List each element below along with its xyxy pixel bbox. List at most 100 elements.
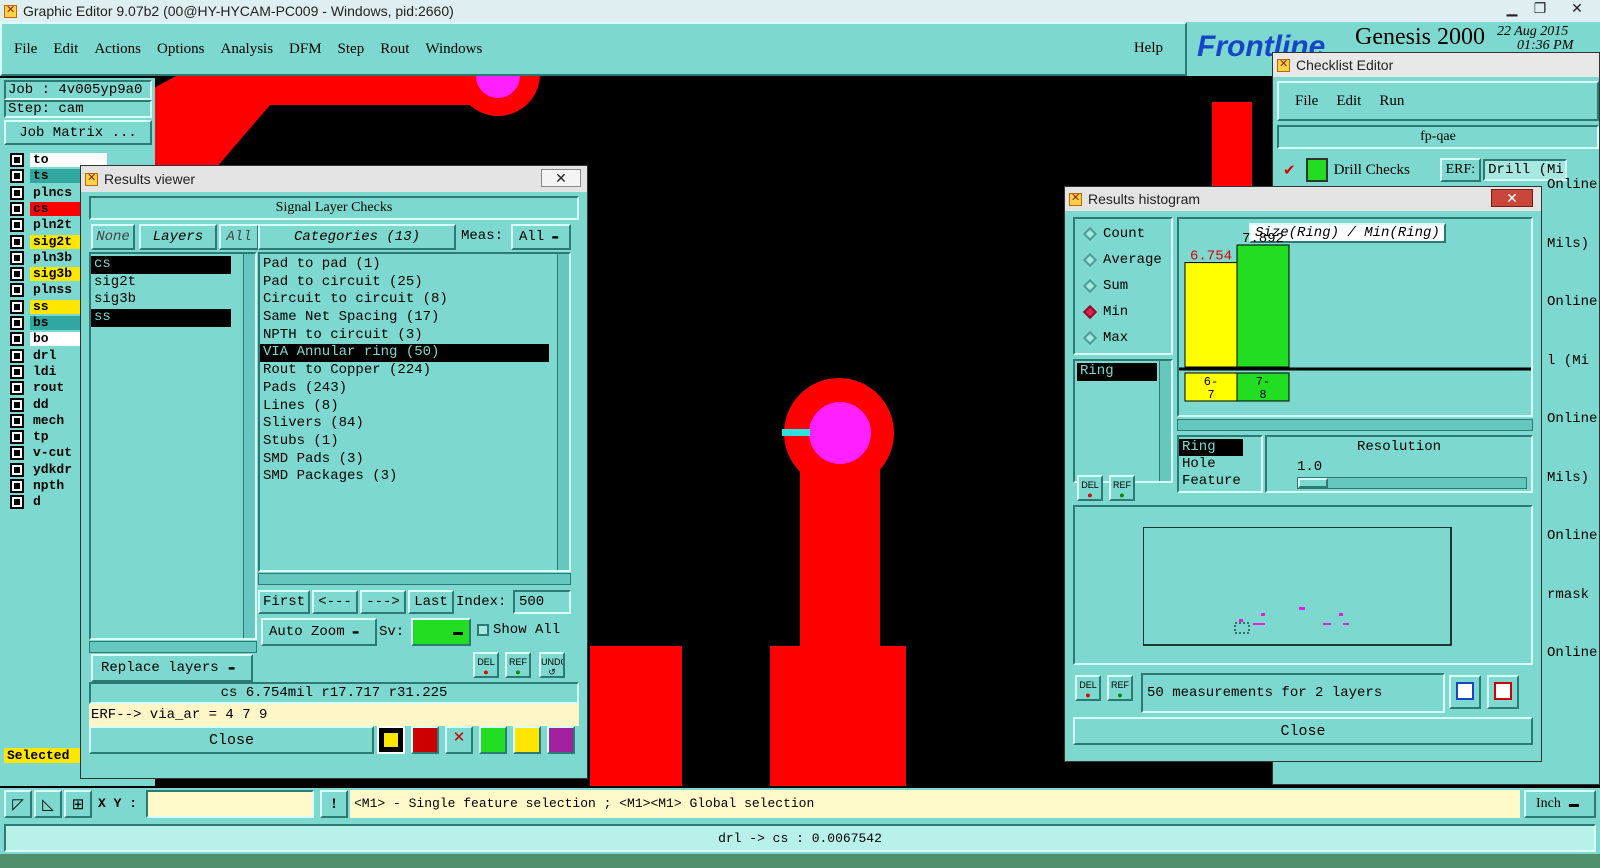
- check-name[interactable]: Drill Checks: [1334, 162, 1440, 179]
- histogram-chart[interactable]: 6.7546-77.8927-8: [1179, 219, 1531, 415]
- layer-checkbox[interactable]: [10, 234, 24, 249]
- all-layers-button[interactable]: All: [219, 224, 259, 250]
- mode-max[interactable]: Max: [1075, 325, 1171, 351]
- menu-step[interactable]: Step: [338, 41, 365, 58]
- category-item[interactable]: VIA Annular ring (50): [260, 344, 549, 363]
- layer-checkbox[interactable]: [10, 413, 24, 428]
- category-item[interactable]: Pads (243): [260, 380, 549, 398]
- layer-checkbox[interactable]: [10, 169, 24, 184]
- attr-item[interactable]: Feature: [1179, 473, 1261, 490]
- replace-layers-dropdown[interactable]: Replace layers ▬: [91, 654, 253, 682]
- tool-icon-2[interactable]: [411, 726, 439, 754]
- histogram-bar[interactable]: [1236, 244, 1290, 368]
- categories-listbox[interactable]: Pad to pad (1) Pad to circuit (25) Circuit…: [258, 252, 571, 572]
- checklist-menu-run[interactable]: Run: [1379, 93, 1404, 110]
- menu-analysis[interactable]: Analysis: [221, 41, 274, 58]
- ring-listbox[interactable]: Ring: [1073, 359, 1173, 483]
- checklist-right-item[interactable]: Online...: [1547, 177, 1600, 193]
- first-button[interactable]: First: [258, 590, 310, 614]
- layer-checkbox[interactable]: [10, 364, 24, 379]
- menu-dfm[interactable]: DFM: [289, 41, 322, 58]
- menu-file[interactable]: File: [14, 41, 37, 58]
- close-icon[interactable]: ✕: [541, 169, 581, 187]
- checklist-right-item[interactable]: rmask: [1547, 587, 1589, 603]
- histogram-close-button[interactable]: Close: [1073, 717, 1533, 745]
- maximize-icon[interactable]: ❐: [1526, 0, 1554, 17]
- layer-checkbox[interactable]: [10, 495, 24, 510]
- ref-button[interactable]: REF ●: [505, 652, 531, 678]
- next-button[interactable]: --->: [360, 590, 406, 614]
- zoom-in-icon[interactable]: ◸: [4, 790, 32, 818]
- checklist-right-item[interactable]: Mils): [1547, 236, 1589, 252]
- categories-button[interactable]: Categories (13): [258, 224, 456, 250]
- check-enabled-icon[interactable]: ✔: [1283, 161, 1296, 180]
- info-icon[interactable]: !: [320, 790, 348, 818]
- layer-listbox[interactable]: cs sig2t sig3b ss: [89, 252, 257, 640]
- menu-edit[interactable]: Edit: [53, 41, 78, 58]
- zoom-fit-icon[interactable]: [1449, 675, 1481, 709]
- category-item[interactable]: NPTH to circuit (3): [260, 327, 549, 345]
- layer-list-item[interactable]: ss: [91, 309, 231, 327]
- checklist-right-item[interactable]: Online...: [1547, 411, 1600, 427]
- layer-checkbox[interactable]: [10, 153, 24, 167]
- category-item[interactable]: Stubs (1): [260, 433, 549, 451]
- sv-color-dropdown[interactable]: ▬: [411, 618, 471, 646]
- zoom-window-icon[interactable]: [1487, 675, 1519, 709]
- layer-checkbox[interactable]: [10, 348, 24, 363]
- mode-sum[interactable]: Sum: [1075, 273, 1171, 299]
- show-all-checkbox[interactable]: [477, 624, 489, 636]
- xy-input[interactable]: [146, 790, 314, 818]
- menu-windows[interactable]: Windows: [425, 41, 482, 58]
- measure-del-button[interactable]: DEL ●: [1075, 675, 1101, 701]
- layer-listbox-hscroll[interactable]: [89, 641, 257, 653]
- mode-count[interactable]: Count: [1075, 221, 1171, 247]
- ring-scrollbar[interactable]: [1159, 361, 1171, 481]
- job-matrix-button[interactable]: Job Matrix ...: [4, 120, 152, 145]
- measure-ref-button[interactable]: REF ●: [1107, 675, 1133, 701]
- layer-checkbox[interactable]: [10, 316, 24, 330]
- show-all-toggle[interactable]: Show All: [477, 622, 560, 638]
- units-dropdown[interactable]: Inch ▬: [1524, 790, 1596, 818]
- category-item[interactable]: Circuit to circuit (8): [260, 291, 549, 309]
- layer-checkbox[interactable]: [10, 430, 24, 445]
- ring-list-item[interactable]: Ring: [1077, 363, 1157, 381]
- checklist-right-item[interactable]: Online...: [1547, 294, 1600, 310]
- grid-icon[interactable]: ⊞: [64, 790, 92, 818]
- layer-checkbox[interactable]: [10, 397, 24, 412]
- menu-actions[interactable]: Actions: [94, 41, 141, 58]
- categories-hscroll[interactable]: [258, 573, 571, 585]
- layer-checkbox[interactable]: [10, 250, 24, 265]
- prev-button[interactable]: <---: [312, 590, 358, 614]
- attr-item[interactable]: Ring: [1179, 439, 1243, 456]
- chart-hscroll[interactable]: [1177, 419, 1533, 431]
- layers-button[interactable]: Layers: [139, 224, 217, 250]
- layer-checkbox[interactable]: [10, 462, 24, 477]
- category-item[interactable]: Pad to circuit (25): [260, 274, 549, 292]
- layer-checkbox[interactable]: [10, 185, 24, 200]
- auto-zoom-dropdown[interactable]: Auto Zoom ▬: [261, 618, 377, 646]
- checklist-right-item[interactable]: l (Mi: [1547, 353, 1589, 369]
- layer-list-item[interactable]: cs: [91, 256, 231, 274]
- resolution-slider-thumb[interactable]: [1298, 478, 1328, 488]
- checklist-right-item[interactable]: Mils): [1547, 470, 1589, 486]
- layer-checkbox[interactable]: [10, 218, 24, 233]
- categories-scrollbar[interactable]: [557, 254, 569, 570]
- layer-list-item[interactable]: sig3b: [91, 291, 231, 309]
- checklist-right-item[interactable]: Online...: [1547, 528, 1600, 544]
- index-field[interactable]: 500: [513, 590, 571, 614]
- category-item[interactable]: SMD Packages (3): [260, 468, 549, 486]
- category-item[interactable]: Slivers (84): [260, 415, 549, 433]
- category-item[interactable]: Rout to Copper (224): [260, 362, 549, 380]
- layer-checkbox[interactable]: [10, 299, 24, 314]
- attr-listbox[interactable]: Ring Hole Feature: [1177, 435, 1263, 493]
- meas-dropdown[interactable]: All ▬: [511, 224, 571, 250]
- histogram-del-button[interactable]: DEL ●: [1077, 475, 1103, 501]
- category-item[interactable]: Lines (8): [260, 398, 549, 416]
- layer-checkbox[interactable]: [10, 381, 24, 396]
- close-icon[interactable]: ✕: [1554, 0, 1600, 17]
- tool-icon-1[interactable]: [377, 726, 405, 754]
- layer-list-item[interactable]: sig2t: [91, 274, 231, 292]
- category-item[interactable]: SMD Pads (3): [260, 451, 549, 469]
- histogram-bar[interactable]: [1184, 262, 1238, 368]
- layer-checkbox[interactable]: [10, 332, 24, 347]
